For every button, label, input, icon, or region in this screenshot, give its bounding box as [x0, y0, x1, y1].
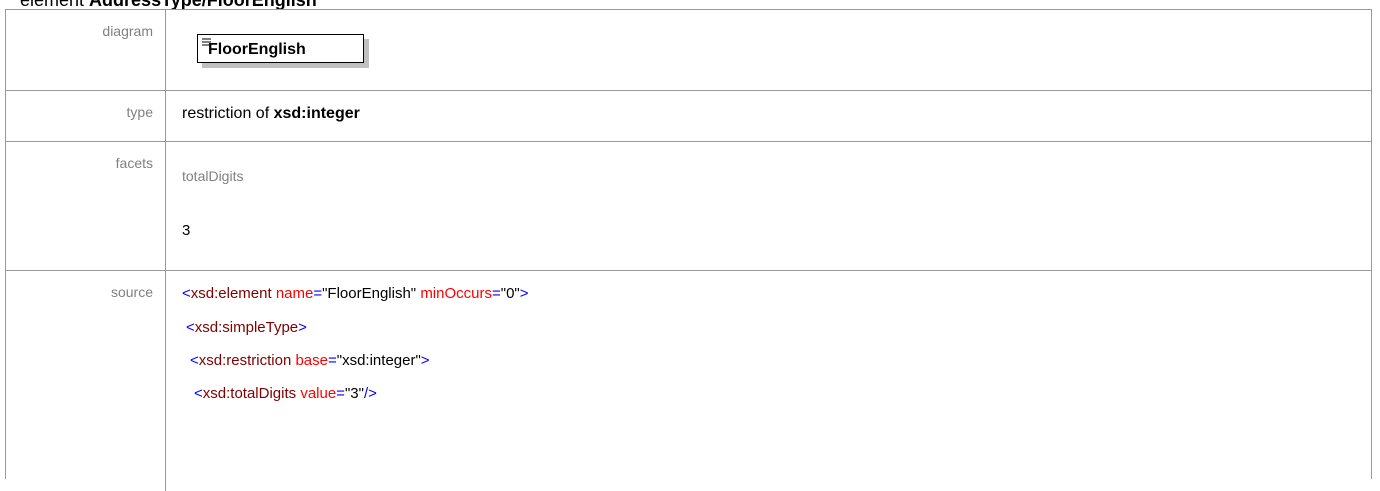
source-line: <xsd:element name="FloorEnglish" minOccu…: [182, 285, 529, 302]
type-label-cell: type: [6, 91, 166, 141]
equals-sign: =: [492, 285, 501, 302]
attribute-value: "3": [344, 385, 364, 402]
attribute-name: name: [275, 285, 314, 302]
close-bracket: >: [420, 352, 430, 369]
close-bracket: >: [519, 285, 529, 302]
equals-sign: =: [313, 285, 323, 302]
source-value-cell: <xsd:element name="FloorEnglish" minOccu…: [166, 271, 1371, 491]
attribute-name: base: [295, 352, 328, 369]
attribute-value: "xsd:integer": [336, 352, 421, 369]
diagram-row: diagram FloorEnglish: [6, 10, 1371, 91]
equals-sign: =: [328, 352, 337, 369]
type-base[interactable]: xsd:integer: [274, 105, 360, 122]
tag-name: xsd:totalDigits: [202, 385, 297, 402]
attribute-name: value: [300, 385, 337, 402]
tag-name: xsd:restriction: [198, 352, 292, 369]
source-line: <xsd:totalDigits value="3"/>: [194, 385, 377, 402]
type-prefix: restriction of: [182, 105, 274, 122]
element-diagram[interactable]: FloorEnglish: [197, 34, 369, 68]
open-bracket: <: [194, 385, 203, 402]
diagram-element-box: FloorEnglish: [197, 34, 364, 63]
diagram-element-name: FloorEnglish: [208, 41, 306, 58]
open-bracket: <: [186, 319, 195, 336]
source-line: <xsd:restriction base="xsd:integer">: [190, 352, 430, 369]
open-bracket: <: [182, 285, 191, 302]
type-row: type restriction of xsd:integer: [6, 91, 1371, 142]
source-label: source: [110, 284, 153, 300]
facets-label-cell: facets: [6, 142, 166, 270]
open-bracket: <: [190, 352, 199, 369]
facets-label: facets: [115, 155, 153, 171]
diagram-label-cell: diagram: [6, 10, 166, 90]
source-label-cell: source: [6, 271, 166, 491]
attribute-value: "0": [500, 285, 520, 302]
source-line: <xsd:simpleType>: [186, 319, 307, 336]
attribute-value: "FloorEnglish": [322, 285, 417, 302]
type-value-cell: restriction of xsd:integer: [166, 91, 1371, 141]
diagram-label: diagram: [102, 23, 153, 39]
element-detail-table: diagram FloorEnglish type restriction of…: [5, 9, 1372, 491]
tag-name: xsd:simpleType: [194, 319, 299, 336]
facet-value: 3: [182, 222, 191, 239]
facets-row: facets totalDigits 3: [6, 142, 1371, 271]
close-bracket: />: [363, 385, 377, 402]
equals-sign: =: [336, 385, 345, 402]
source-row: source <xsd:element name="FloorEnglish" …: [6, 271, 1371, 491]
tag-name: xsd:element: [190, 285, 272, 302]
close-bracket: >: [298, 319, 307, 336]
facets-value-cell: totalDigits 3: [166, 142, 1371, 270]
type-label: type: [126, 104, 153, 120]
type-value: restriction of xsd:integer: [182, 105, 360, 123]
attribute-name: minOccurs: [420, 285, 492, 302]
diagram-value-cell: FloorEnglish: [166, 10, 1371, 90]
facet-name: totalDigits: [182, 168, 244, 184]
